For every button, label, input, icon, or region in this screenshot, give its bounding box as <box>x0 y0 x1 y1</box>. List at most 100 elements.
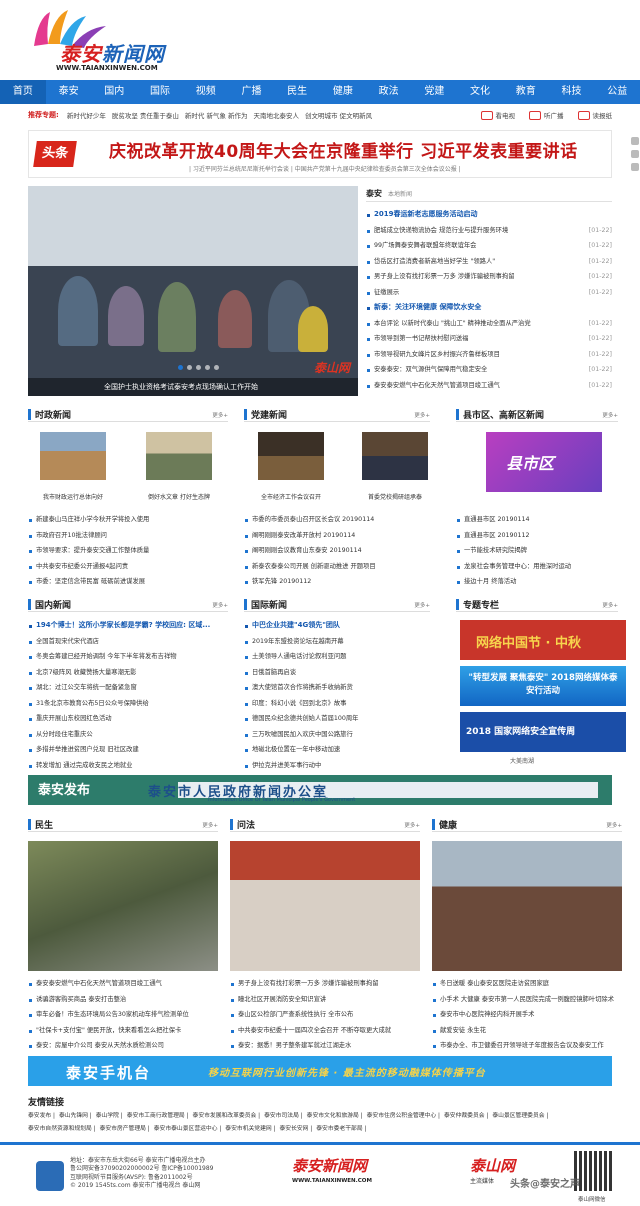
list-item[interactable]: 男子身上没有找打彩票一万多 涉嫌诈骗被刑事拘留 <box>230 976 420 992</box>
list-item[interactable]: 全国首现宋代宋代酒店 <box>28 634 228 650</box>
share-qq-icon[interactable] <box>631 163 639 171</box>
list-item[interactable]: 市政府召开10批法律顾问 <box>28 528 228 544</box>
news-office-banner[interactable]: 泰安发布 泰安市人民政府新闻办公室 Information Office Of … <box>28 775 612 805</box>
nav-item[interactable]: 视频 <box>183 80 229 104</box>
list-item[interactable]: 肥城成立快递物流协会 规范行业与提升服务环境 [01-22] <box>366 222 612 238</box>
feature-banner[interactable]: 2018 国家网络安全宣传周 <box>460 712 626 752</box>
friend-link[interactable]: 泰安仲裁委员会 | <box>444 1110 488 1119</box>
radio-link[interactable]: 听广播 <box>529 110 564 120</box>
list-item[interactable]: 献爱安徒 永生花 <box>432 1023 622 1039</box>
list-item[interactable]: 冬奥会筹建已经开始调制 今年下半年将发布吉祥物 <box>28 649 228 665</box>
friend-link[interactable]: 泰山先锋网 | <box>59 1110 92 1119</box>
more-link[interactable]: 更多+ <box>414 411 430 419</box>
list-item[interactable]: 市泰办全、市卫健委召开领导班子年度报告会议及泰安工作 <box>432 1038 622 1054</box>
friend-link[interactable]: 泰安市住房公积金管理中心 | <box>367 1110 440 1119</box>
friend-link[interactable]: 泰安市工商行政管理局 | <box>127 1110 189 1119</box>
nav-item[interactable]: 健康 <box>320 80 366 104</box>
more-link[interactable]: 更多+ <box>212 411 228 419</box>
list-item[interactable]: 泰安市中心医院神经内科开展手术 <box>432 1007 622 1023</box>
list-item[interactable]: 2019年东盟投资论坛在越南开幕 <box>244 634 430 650</box>
friend-link[interactable]: 泰安市自然资源和规划局 | <box>28 1123 96 1132</box>
friend-link[interactable]: 泰山景区管理委员会 | <box>492 1110 548 1119</box>
list-item[interactable]: 三万吹嘘国民加入欢庆中国公路旅行 <box>244 727 430 743</box>
thumb-image[interactable]: 县市区 <box>486 432 602 492</box>
taishan-logo[interactable]: 泰山网 主流媒体 <box>470 1155 515 1185</box>
list-item[interactable]: 诱骗游客购买商品 泰安打击整治 <box>28 992 218 1008</box>
nav-item[interactable]: 国内 <box>91 80 137 104</box>
more-link[interactable]: 更多+ <box>602 411 618 419</box>
list-item[interactable]: 99广场舞泰安舞者联盟年终联谊年会 [01-22] <box>366 238 612 254</box>
list-item[interactable]: 直通县市区 20190112 <box>456 528 618 544</box>
list-item[interactable]: 小手术 大健康 泰安市第一人民医院完成一例腹腔镜肺叶切除术 <box>432 992 622 1008</box>
nav-item[interactable]: 党建 <box>411 80 457 104</box>
wenfa-image[interactable] <box>230 841 420 971</box>
nav-item[interactable]: 首页 <box>0 80 46 104</box>
friend-link[interactable]: 泰安市司法局 | <box>264 1110 303 1119</box>
thumb-image[interactable] <box>146 432 212 480</box>
friend-link[interactable]: 泰安市委老干部局 | <box>316 1123 366 1132</box>
list-item[interactable]: 本台评论 以新时代泰山 "挑山工" 精神推动全面从严治党 [01-22] <box>366 315 612 331</box>
slide-dots[interactable] <box>178 365 219 370</box>
more-link[interactable]: 更多+ <box>602 601 618 609</box>
more-link[interactable]: 更多+ <box>212 601 228 609</box>
list-item[interactable]: 伊拉克并进美军事行动中 <box>244 758 430 774</box>
list-item[interactable]: 中共泰安市纪委公开通报4起问责 <box>28 559 228 575</box>
friend-link[interactable]: 泰安市房产管理局 | <box>100 1123 150 1132</box>
tv-link[interactable]: 看电视 <box>480 110 515 120</box>
nav-item[interactable]: 公益 <box>594 80 640 104</box>
more-link[interactable]: 更多+ <box>606 821 622 829</box>
slide-caption[interactable]: 全国护士执业资格考试泰安考点现场确认工作开始 <box>28 378 358 396</box>
slide-dot[interactable] <box>178 365 183 370</box>
list-item[interactable]: 新泰：关注环境健康 保障饮水安全 <box>366 300 612 316</box>
list-item[interactable]: 印度：科幻小说《回到北京》故事 <box>244 696 430 712</box>
list-item[interactable]: 直通县市区 20190114 <box>456 512 618 528</box>
list-item[interactable]: 北京7级阵风 收藏赞扬大量寒潮无影 <box>28 665 228 681</box>
list-item[interactable]: 中共泰安市纪委十一届四次全会召开 不断夺取更大成就 <box>230 1023 420 1039</box>
jiankang-image[interactable] <box>432 841 622 971</box>
headline-title[interactable]: 庆祝改革开放40周年大会在京隆重举行 习近平发表重要讲话 <box>109 137 578 162</box>
list-item[interactable]: 岱岳区打造消费者新高地当好学生 "领路人" [01-22] <box>366 253 612 269</box>
list-item[interactable]: 阐明刚刚泰安改革开放村 20190114 <box>244 528 430 544</box>
friend-link[interactable]: 泰安市泰山景区营运中心 | <box>154 1123 222 1132</box>
mobile-tv-banner[interactable]: 泰安手机台 移动互联网行业创新先锋 · 最主流的移动融媒体传播平台 <box>28 1056 612 1086</box>
list-item[interactable]: 多措并举推进贫困户兑现 旧社区改建 <box>28 742 228 758</box>
slide-dot[interactable] <box>214 365 219 370</box>
nav-item[interactable]: 国际 <box>137 80 183 104</box>
photo-slider[interactable]: 泰山网 全国护士执业资格考试泰安考点现场确认工作开始 <box>28 186 358 396</box>
list-item[interactable]: 安泰泰安：双气源供气保障用气稳定安全 [01-22] <box>366 362 612 378</box>
list-item[interactable]: 澳大使馆首次合作将携新手收纳新货 <box>244 680 430 696</box>
topic-link[interactable]: 创文明城市 促文明新风 <box>305 110 372 120</box>
friend-link[interactable]: 泰安长安网 | <box>279 1123 312 1132</box>
topic-link[interactable]: 新时代好少年 <box>67 110 106 120</box>
thumb-caption[interactable]: 倒好水文章 打好生态牌 <box>136 492 222 501</box>
friend-link[interactable]: 泰山学院 | <box>96 1110 123 1119</box>
zhuanti-footer[interactable]: 大美南湖 <box>510 756 534 765</box>
friend-link[interactable]: 泰安发布 | <box>28 1110 55 1119</box>
topic-link[interactable]: 天南地北泰安人 <box>254 110 300 120</box>
list-item[interactable]: 审车必备！市生态环境局公告30家机动车排气检测单位 <box>28 1007 218 1023</box>
thumb-image[interactable] <box>362 432 428 480</box>
list-item[interactable]: 31条北京市教育公布5日公众号保障供给 <box>28 696 228 712</box>
more-link[interactable]: 更多+ <box>202 821 218 829</box>
thumb-image[interactable] <box>258 432 324 480</box>
list-item[interactable]: 市领导视研九女峰片区乡村振兴齐鲁样板项目 [01-22] <box>366 346 612 362</box>
list-item[interactable]: 一节能技术研究院揭牌 <box>456 543 618 559</box>
list-item[interactable]: 土美领导人通电话讨论叙利亚问题 <box>244 649 430 665</box>
list-item[interactable]: 市委：坚定信念带民富 砥砺前进谋发展 <box>28 574 228 590</box>
friend-link[interactable]: 泰安市发展和改革委员会 | <box>193 1110 261 1119</box>
list-item[interactable]: 泰安：房屋中介公司 泰安从天然水质检测公司 <box>28 1038 218 1054</box>
list-item[interactable]: 瞳北社区开展消防安全知识宣讲 <box>230 992 420 1008</box>
list-item[interactable]: 重庆开展山东校园红色活动 <box>28 711 228 727</box>
nav-item[interactable]: 泰安 <box>46 80 92 104</box>
list-item[interactable]: "社保卡+支付宝" 便民开放，快来看看怎么把社保卡 <box>28 1023 218 1039</box>
nav-item[interactable]: 科技 <box>549 80 595 104</box>
list-item[interactable]: 泰安泰安燃气中石化天然气管道项目竣工通气 [01-22] <box>366 377 612 393</box>
list-item[interactable]: 194个博士！这所小学家长都是学霸? 学校回应: 区域... <box>28 618 228 634</box>
footer-logo[interactable]: 泰安新闻网 WWW.TAIANXINWEN.COM <box>292 1155 412 1195</box>
list-item[interactable]: 男子身上没有找打彩票一万多 涉嫌诈骗被刑事拘留 [01-22] <box>366 269 612 285</box>
list-item[interactable]: 泰安泰安燃气中石化天然气管道项目竣工通气 <box>28 976 218 992</box>
thumb-caption[interactable]: 全市经济工作会议召开 <box>248 492 334 501</box>
headline-sub[interactable]: | 习近平同芬兰总统尼尼斯托举行会谈 | 中国共产党第十九届中央纪律检查委员会第… <box>189 164 461 173</box>
friend-link[interactable]: 泰安市文化和旅游局 | <box>307 1110 363 1119</box>
thumb-caption[interactable]: 首委党校揭研组承泰 <box>352 492 438 501</box>
